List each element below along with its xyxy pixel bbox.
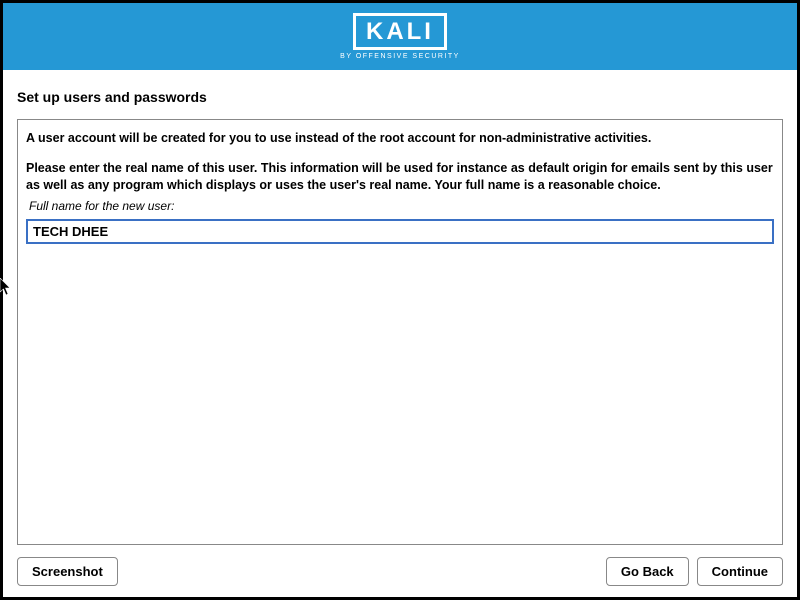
fullname-label: Full name for the new user: <box>29 199 774 213</box>
spacer <box>126 557 598 586</box>
logo-frame: KALI <box>353 13 447 50</box>
content-panel: A user account will be created for you t… <box>17 119 783 545</box>
page-title: Set up users and passwords <box>3 70 797 119</box>
installer-window: KALI BY OFFENSIVE SECURITY Set up users … <box>3 3 797 597</box>
intro-text-1: A user account will be created for you t… <box>26 130 774 146</box>
screenshot-button[interactable]: Screenshot <box>17 557 118 586</box>
header-banner: KALI BY OFFENSIVE SECURITY <box>3 3 797 70</box>
go-back-button[interactable]: Go Back <box>606 557 689 586</box>
fullname-input[interactable] <box>26 219 774 244</box>
button-bar: Screenshot Go Back Continue <box>3 545 797 597</box>
continue-button[interactable]: Continue <box>697 557 783 586</box>
kali-logo: KALI BY OFFENSIVE SECURITY <box>340 13 460 60</box>
logo-subtitle: BY OFFENSIVE SECURITY <box>340 53 460 60</box>
logo-text: KALI <box>366 18 434 46</box>
intro-text-2: Please enter the real name of this user.… <box>26 160 774 193</box>
